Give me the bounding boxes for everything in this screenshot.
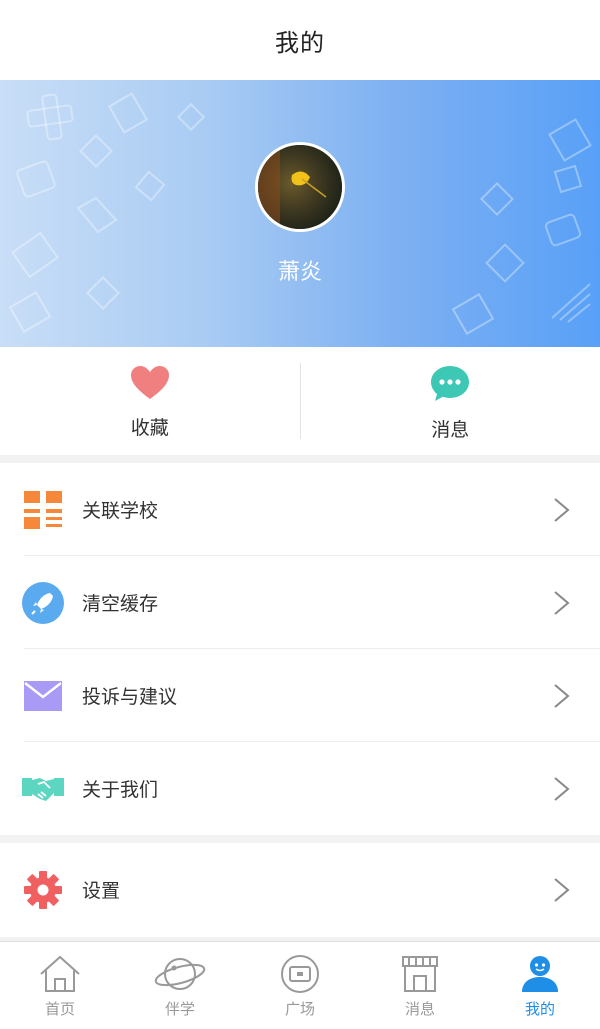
menu-item-link-school[interactable]: 关联学校: [0, 463, 600, 556]
handshake-icon: [22, 768, 64, 810]
chevron-right-icon: [554, 878, 570, 902]
planet-icon: [154, 958, 206, 990]
tab-plaza[interactable]: 广场: [240, 942, 360, 1029]
heart-icon: [130, 366, 169, 399]
chevron-right-icon: [554, 684, 570, 708]
page-title: 我的: [275, 28, 325, 57]
username: 萧炎: [277, 260, 322, 285]
tab-label: 我的: [524, 1000, 555, 1018]
home-icon: [40, 955, 80, 992]
rocket-icon: [22, 581, 64, 624]
menu-item-label: 关联学校: [82, 500, 159, 522]
menu-item-about-us[interactable]: 关于我们: [0, 742, 600, 835]
settings-group: 设置: [0, 843, 600, 937]
avatar[interactable]: [255, 142, 345, 232]
tab-label: 首页: [44, 1000, 75, 1018]
avatar-leaf-photo: [258, 145, 342, 229]
tab-label: 广场: [284, 1000, 315, 1018]
favorites-label: 收藏: [130, 417, 169, 439]
gear-icon: [22, 869, 64, 911]
tab-home[interactable]: 首页: [0, 942, 120, 1029]
chevron-right-icon: [554, 777, 570, 801]
top-navigation-bar: 我的: [0, 0, 600, 80]
grid-link-icon: [22, 489, 64, 531]
chevron-right-icon: [554, 498, 570, 522]
chat-bubble-icon: [431, 366, 470, 401]
square-tv-icon: [281, 955, 319, 993]
menu-item-label: 投诉与建议: [82, 686, 178, 708]
tab-mine[interactable]: 我的: [480, 942, 600, 1029]
tab-label: 消息: [404, 1000, 435, 1018]
messages-label: 消息: [431, 419, 470, 441]
envelope-icon: [22, 675, 64, 717]
person-icon: [522, 956, 558, 992]
quick-actions: 收藏 消息: [0, 347, 600, 455]
menu-list: 关联学校 清空缓存 投诉与建议 关于我们: [0, 463, 600, 835]
favorites-button[interactable]: 收藏: [0, 347, 300, 455]
tab-messages[interactable]: 消息: [360, 942, 480, 1029]
menu-item-feedback[interactable]: 投诉与建议: [0, 649, 600, 742]
menu-item-label: 清空缓存: [82, 593, 159, 615]
menu-item-label: 关于我们: [82, 779, 159, 801]
bottom-tab-bar: 首页 伴学 广场 消息 我的: [0, 941, 600, 1029]
chevron-right-icon: [554, 591, 570, 615]
tab-label: 伴学: [164, 1000, 195, 1018]
menu-item-clear-cache[interactable]: 清空缓存: [0, 556, 600, 649]
tab-study-companion[interactable]: 伴学: [120, 942, 240, 1029]
settings-label: 设置: [82, 880, 121, 902]
menu-item-settings[interactable]: 设置: [0, 843, 600, 936]
messages-button[interactable]: 消息: [301, 347, 600, 455]
store-icon: [402, 956, 438, 992]
profile-banner: 萧炎: [0, 80, 600, 347]
